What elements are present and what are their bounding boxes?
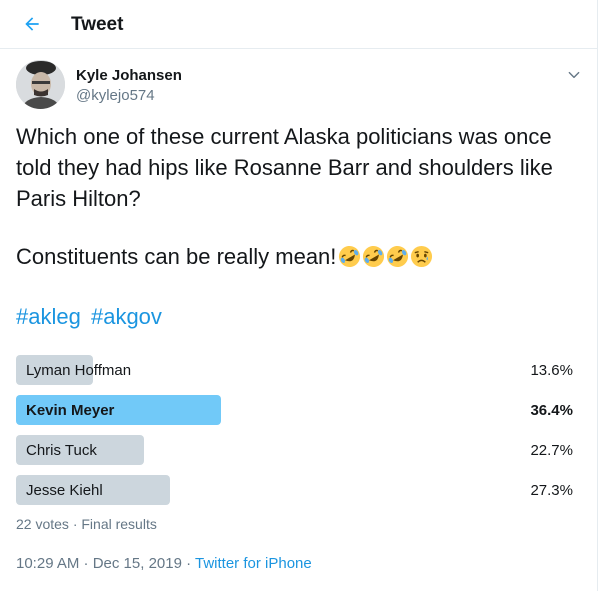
emoji-group — [338, 245, 434, 268]
poll-option-percent: 22.7% — [530, 442, 573, 459]
poll-option-label: Chris Tuck — [26, 442, 97, 459]
hashtag-link[interactable]: #akleg — [16, 304, 81, 329]
page-title: Tweet — [71, 14, 124, 35]
poll-option-percent: 27.3% — [530, 482, 573, 499]
source-link[interactable]: Twitter for iPhone — [195, 555, 312, 572]
arrow-left-icon — [25, 17, 39, 31]
more-options-button[interactable] — [565, 66, 583, 84]
rolling-on-floor-laughing-emoji-icon — [363, 245, 385, 268]
poll-option: Jesse Kiehl 27.3% — [16, 475, 580, 505]
poll-option-label: Kevin Meyer — [26, 402, 115, 419]
back-button[interactable] — [16, 8, 48, 40]
poll-results-summary: 22 votes · Final results — [16, 516, 157, 532]
sad-relieved-face-emoji-icon — [411, 245, 433, 268]
poll-option-percent: 36.4% — [530, 402, 573, 419]
chevron-down-icon — [568, 71, 580, 79]
poll-option-label: Lyman Hoffman — [26, 362, 132, 379]
header-bar: Tweet — [0, 0, 598, 49]
avatar[interactable] — [16, 60, 65, 109]
poll-option-label: Jesse Kiehl — [26, 482, 103, 499]
poll-option: Lyman Hoffman 13.6% — [16, 355, 580, 385]
poll-option-percent: 13.6% — [530, 362, 573, 379]
rolling-on-floor-laughing-emoji-icon — [387, 245, 409, 268]
tweet-text-line-2: Constituents can be really mean! — [16, 241, 586, 272]
timestamp[interactable]: 10:29 AM · Dec 15, 2019 · — [16, 555, 195, 572]
tweet-text-2: Constituents can be really mean! — [16, 244, 337, 269]
tweet-text: Which one of these current Alaska politi… — [16, 124, 553, 211]
hashtag-link[interactable]: #akgov — [91, 304, 162, 329]
poll-option: Kevin Meyer 36.4% — [16, 395, 580, 425]
author-handle[interactable]: @kylejo574 — [76, 87, 155, 104]
author-name[interactable]: Kyle Johansen — [76, 67, 182, 84]
poll-option: Chris Tuck 22.7% — [16, 435, 580, 465]
hashtag-list: #akleg #akgov — [16, 301, 166, 332]
tweet-page: Tweet Kyle Johansen @kylejo574 Which one… — [0, 0, 598, 591]
tweet-footer: 10:29 AM · Dec 15, 2019 · Twitter for iP… — [16, 555, 312, 572]
rolling-on-floor-laughing-emoji-icon — [339, 245, 361, 268]
user-avatar-icon — [16, 60, 65, 109]
